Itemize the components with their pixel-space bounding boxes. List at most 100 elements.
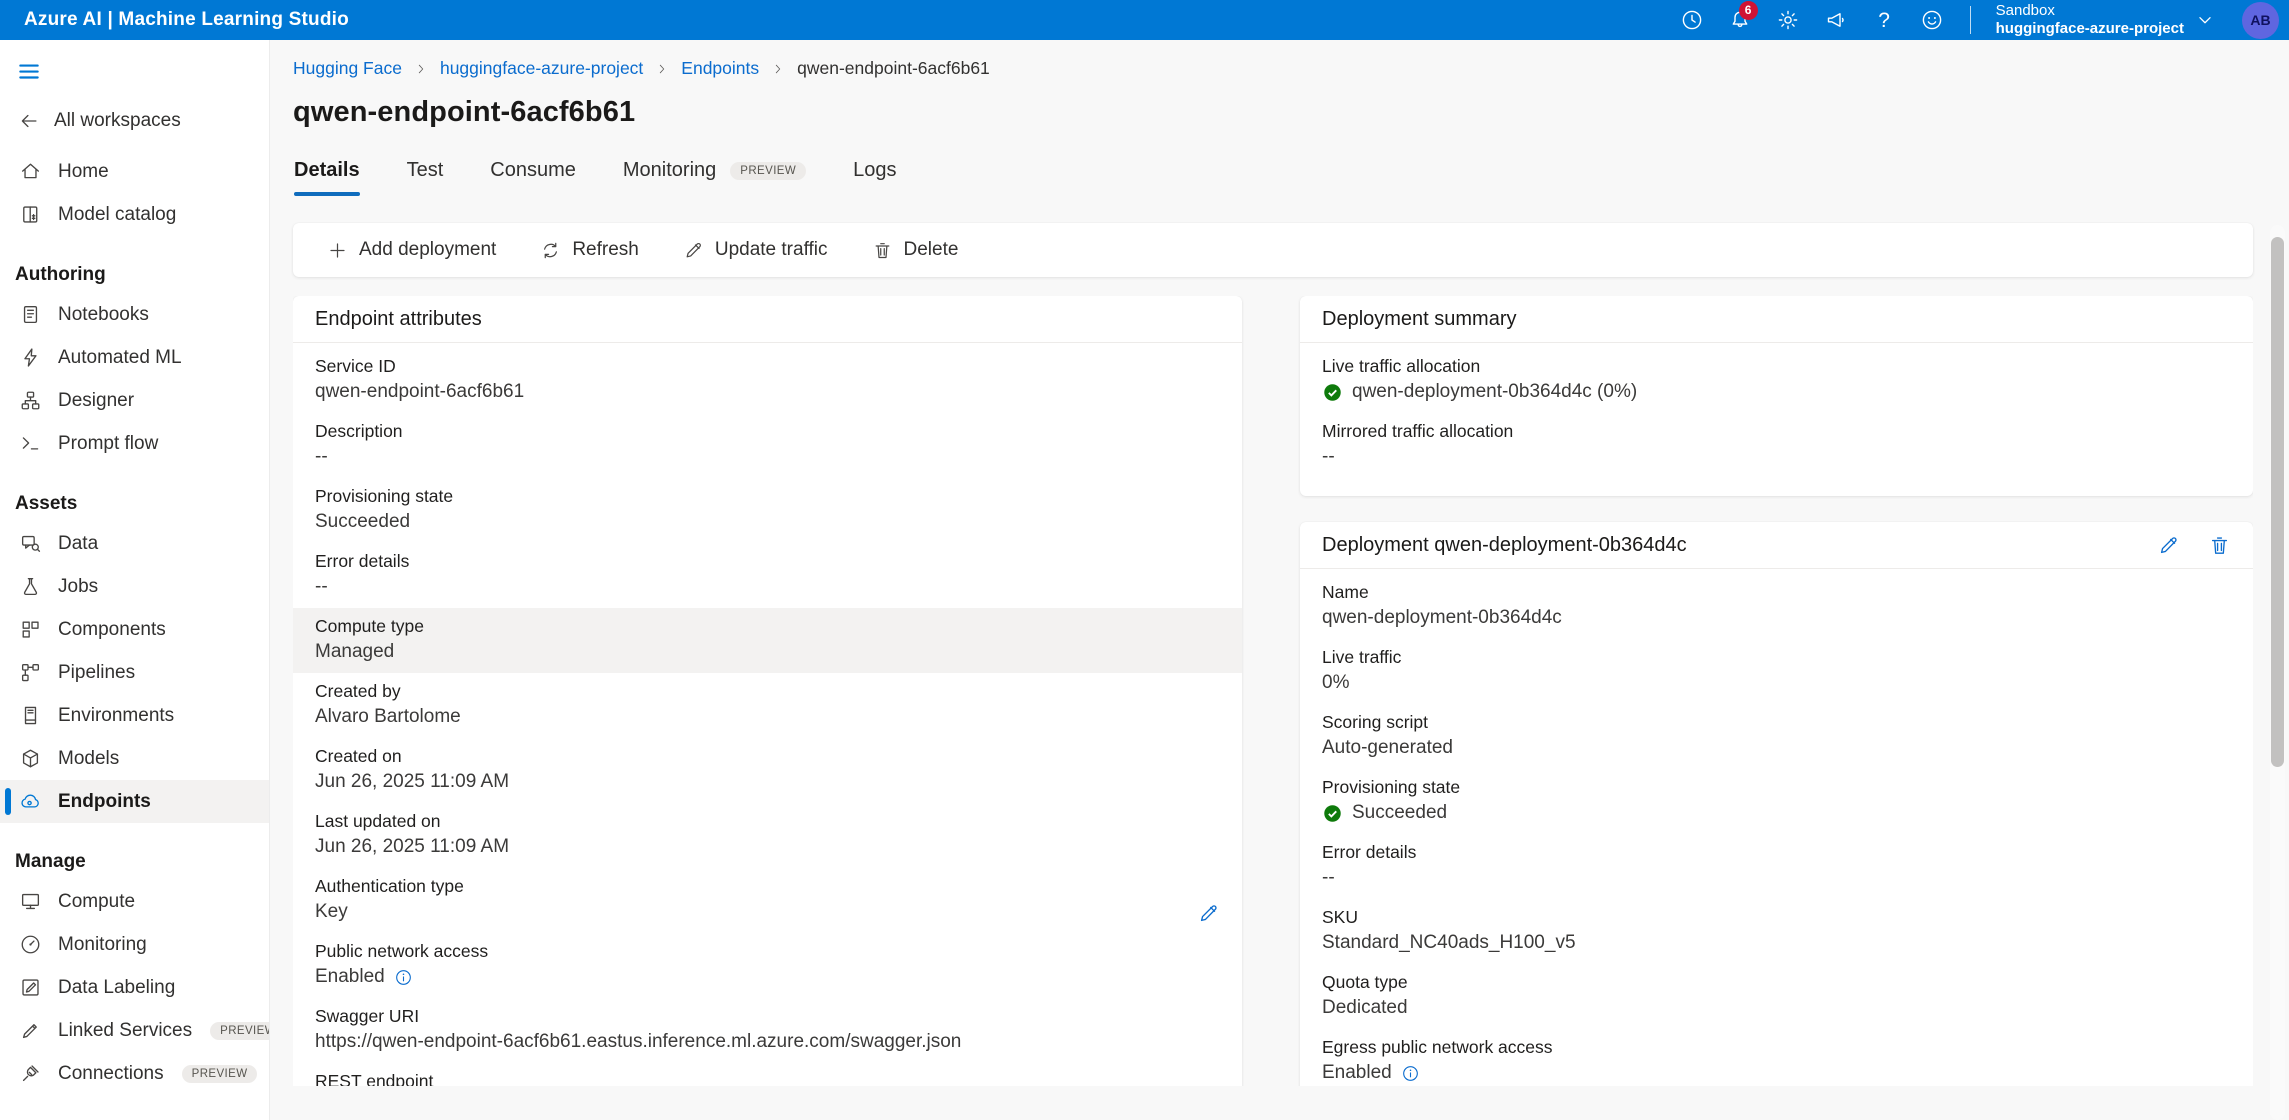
info-icon[interactable] — [1401, 1064, 1420, 1083]
trash-icon — [2208, 534, 2231, 557]
field-description: Description -- — [315, 413, 1220, 478]
all-workspaces-link[interactable]: All workspaces — [18, 106, 269, 136]
monitoring-icon — [19, 933, 42, 956]
connections-icon — [19, 1062, 42, 1085]
arrow-left-icon — [18, 110, 40, 132]
sidebar-item-notebooks[interactable]: Notebooks — [0, 293, 269, 336]
announcements-button[interactable] — [1824, 8, 1849, 33]
field-sku: SKU Standard_NC40ads_H100_v5 — [1322, 899, 2231, 964]
tab-monitoring[interactable]: Monitoring PREVIEW — [623, 159, 806, 196]
sidebar-item-compute[interactable]: Compute — [0, 880, 269, 923]
tab-bar: Details Test Consume Monitoring PREVIEW … — [294, 159, 2289, 196]
info-icon[interactable] — [394, 968, 413, 987]
sidebar-item-data[interactable]: Data — [0, 522, 269, 565]
environment-label: Sandbox — [1996, 2, 2184, 20]
data-icon — [19, 532, 42, 555]
environments-icon — [19, 704, 42, 727]
edit-authentication-button[interactable] — [1197, 902, 1220, 925]
sidebar-item-pipelines[interactable]: Pipelines — [0, 651, 269, 694]
models-icon — [19, 747, 42, 770]
sidebar-item-jobs[interactable]: Jobs — [0, 565, 269, 608]
content-columns: Endpoint attributes Service ID qwen-endp… — [293, 296, 2253, 1086]
delete-deployment-button[interactable] — [2208, 534, 2231, 557]
field-last-updated-on: Last updated on Jun 26, 2025 11:09 AM — [315, 803, 1220, 868]
tab-logs[interactable]: Logs — [853, 159, 896, 196]
hamburger-icon — [16, 58, 42, 84]
refresh-icon — [540, 240, 561, 261]
command-bar: Add deployment Refresh Update traffic De… — [293, 223, 2253, 277]
sidebar-item-endpoints[interactable]: Endpoints — [0, 780, 269, 823]
pencil-icon — [1197, 902, 1220, 925]
sidebar-item-monitoring[interactable]: Monitoring — [0, 923, 269, 966]
data-labeling-icon — [19, 976, 42, 999]
tab-test[interactable]: Test — [407, 159, 444, 196]
main-content: Hugging Face huggingface-azure-project E… — [270, 40, 2289, 1120]
smiley-icon — [1920, 8, 1944, 32]
preview-badge: PREVIEW — [182, 1065, 258, 1083]
sidebar-group-assets: Assets Data Jobs Components Pipelines En… — [0, 479, 269, 823]
scrollbar-thumb[interactable] — [2271, 237, 2284, 767]
feedback-button[interactable] — [1920, 8, 1945, 33]
sidebar-section-manage: Manage — [0, 837, 269, 880]
sidebar-item-linked-services[interactable]: Linked Services PREVIEW — [0, 1009, 269, 1052]
page-title: qwen-endpoint-6acf6b61 — [293, 96, 2289, 129]
chevron-down-icon[interactable] — [2194, 9, 2216, 31]
sidebar-section-assets: Assets — [0, 479, 269, 522]
sidebar-item-designer[interactable]: Designer — [0, 379, 269, 422]
pencil-icon — [2157, 534, 2180, 557]
notebooks-icon — [19, 303, 42, 326]
field-live-traffic-allocation: Live traffic allocation qwen-deployment-… — [1322, 348, 2231, 413]
deployment-card-header: Deployment qwen-deployment-0b364d4c — [1300, 522, 2253, 569]
endpoint-attributes-body: Service ID qwen-endpoint-6acf6b61 Descri… — [293, 343, 1242, 1086]
tab-details[interactable]: Details — [294, 159, 360, 196]
endpoint-attributes-header: Endpoint attributes — [293, 296, 1242, 343]
sidebar-group-authoring: Authoring Notebooks Automated ML Designe… — [0, 250, 269, 465]
jobs-icon — [19, 575, 42, 598]
field-compute-type: Compute type Managed — [293, 608, 1242, 673]
edit-deployment-button[interactable] — [2157, 534, 2180, 557]
field-rest-endpoint: REST endpoint https://qwen-endpoint-6acf… — [315, 1063, 1220, 1086]
sidebar-section-authoring: Authoring — [0, 250, 269, 293]
notification-count-badge: 6 — [1739, 1, 1758, 20]
sidebar-item-models[interactable]: Models — [0, 737, 269, 780]
breadcrumb-endpoints[interactable]: Endpoints — [681, 58, 759, 79]
project-name: huggingface-azure-project — [1996, 20, 2184, 38]
avatar[interactable]: AB — [2242, 2, 2279, 39]
home-icon — [19, 160, 42, 183]
hamburger-menu-button[interactable] — [16, 58, 42, 80]
sidebar-item-model-catalog[interactable]: Model catalog — [0, 193, 269, 236]
sidebar-item-automated-ml[interactable]: Automated ML — [0, 336, 269, 379]
settings-button[interactable] — [1776, 8, 1801, 33]
top-bar: Azure AI | Machine Learning Studio 6 ? S… — [0, 0, 2289, 40]
preview-badge: PREVIEW — [210, 1022, 270, 1040]
sidebar-item-environments[interactable]: Environments — [0, 694, 269, 737]
help-button[interactable]: ? — [1872, 8, 1897, 33]
sidebar-item-components[interactable]: Components — [0, 608, 269, 651]
linked-services-icon — [19, 1019, 42, 1042]
field-deployment-name: Name qwen-deployment-0b364d4c — [1322, 574, 2231, 639]
sidebar-item-prompt-flow[interactable]: Prompt flow — [0, 422, 269, 465]
breadcrumb-hugging-face[interactable]: Hugging Face — [293, 58, 402, 79]
history-button[interactable] — [1680, 8, 1705, 33]
sidebar-item-data-labeling[interactable]: Data Labeling — [0, 966, 269, 1009]
field-created-by: Created by Alvaro Bartolome — [315, 673, 1220, 738]
endpoints-icon — [19, 790, 42, 813]
field-public-network-access: Public network access Enabled — [315, 933, 1220, 998]
pipelines-icon — [19, 661, 42, 684]
right-column: Deployment summary Live traffic allocati… — [1300, 296, 2253, 1086]
add-deployment-button[interactable]: Add deployment — [305, 230, 518, 270]
success-check-icon — [1322, 382, 1343, 403]
delete-button[interactable]: Delete — [850, 230, 981, 270]
update-traffic-button[interactable]: Update traffic — [661, 230, 850, 270]
workspace-switcher[interactable]: Sandbox huggingface-azure-project — [1996, 2, 2184, 38]
field-mirrored-traffic-allocation: Mirrored traffic allocation -- — [1322, 413, 2231, 478]
topbar-divider — [1970, 6, 1971, 34]
sidebar-item-connections[interactable]: Connections PREVIEW — [0, 1052, 269, 1095]
tab-consume[interactable]: Consume — [490, 159, 576, 196]
refresh-button[interactable]: Refresh — [518, 230, 661, 270]
field-scoring-script: Scoring script Auto-generated — [1322, 704, 2231, 769]
sidebar-item-home[interactable]: Home — [0, 150, 269, 193]
breadcrumb-project[interactable]: huggingface-azure-project — [440, 58, 643, 79]
notifications-button[interactable]: 6 — [1728, 8, 1753, 33]
field-authentication-type: Authentication type Key — [315, 868, 1220, 933]
